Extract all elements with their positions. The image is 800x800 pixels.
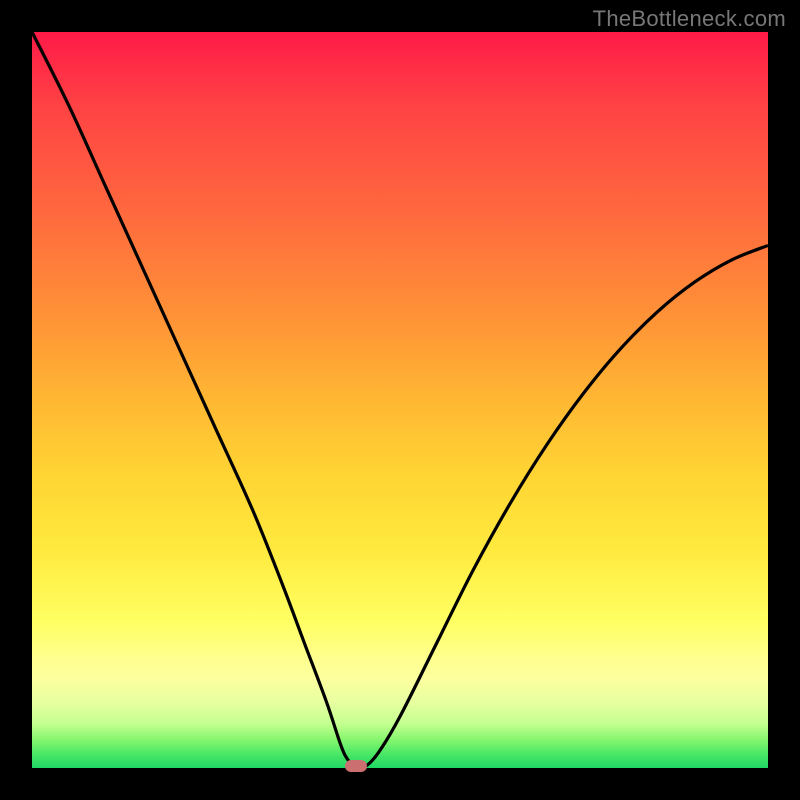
bottleneck-curve (32, 32, 768, 768)
chart-frame: TheBottleneck.com (0, 0, 800, 800)
watermark-text: TheBottleneck.com (593, 6, 786, 32)
plot-area (32, 32, 768, 768)
min-marker (345, 760, 367, 772)
